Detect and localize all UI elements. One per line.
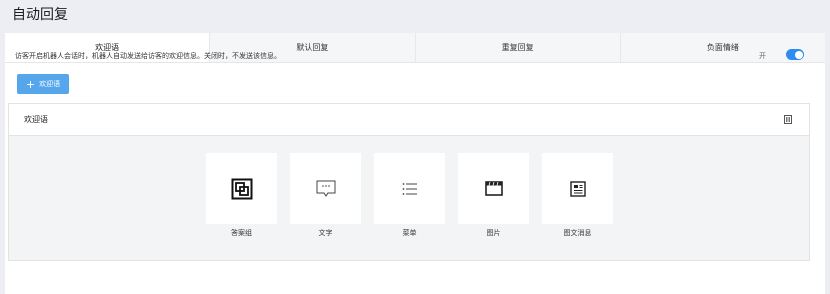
image-text-option[interactable] (542, 153, 613, 224)
image-icon (484, 181, 503, 196)
answer-group-option[interactable] (206, 153, 277, 224)
add-welcome-button[interactable]: + 欢迎语 (17, 74, 69, 94)
tab-repeat-reply[interactable]: 重复回复 (415, 33, 621, 62)
answer-group-label: 答案组 (231, 229, 252, 237)
image-option[interactable] (458, 153, 529, 224)
reply-type-area: 答案组 文字 菜单 图片 图文消息 (9, 136, 809, 260)
welcome-card: 欢迎语 答案组 文字 菜单 图片 图文消息 (8, 103, 810, 261)
image-text-icon (569, 180, 586, 197)
menu-label: 菜单 (402, 229, 417, 237)
answer-group-icon (231, 178, 252, 199)
welcome-description: 访客开启机器人会话时，机器人自动发送给访客的欢迎信息。关闭时，不发送该信息。 (15, 52, 281, 60)
menu-icon (402, 182, 417, 195)
add-welcome-button-label: 欢迎语 (39, 80, 61, 88)
toggle-label: 开 (759, 52, 766, 60)
welcome-card-title: 欢迎语 (24, 115, 48, 124)
welcome-card-header: 欢迎语 (9, 104, 809, 136)
text-option[interactable] (290, 153, 361, 224)
text-label: 文字 (318, 229, 333, 237)
menu-option[interactable] (374, 153, 445, 224)
welcome-toggle[interactable] (786, 49, 804, 60)
image-label: 图片 (486, 229, 501, 237)
image-text-label: 图文消息 (563, 229, 592, 237)
page-title: 自动回复 (12, 7, 68, 23)
plus-icon: + (25, 77, 36, 91)
trash-icon[interactable] (782, 114, 794, 126)
toggle-knob (794, 50, 803, 59)
text-icon (316, 180, 335, 197)
